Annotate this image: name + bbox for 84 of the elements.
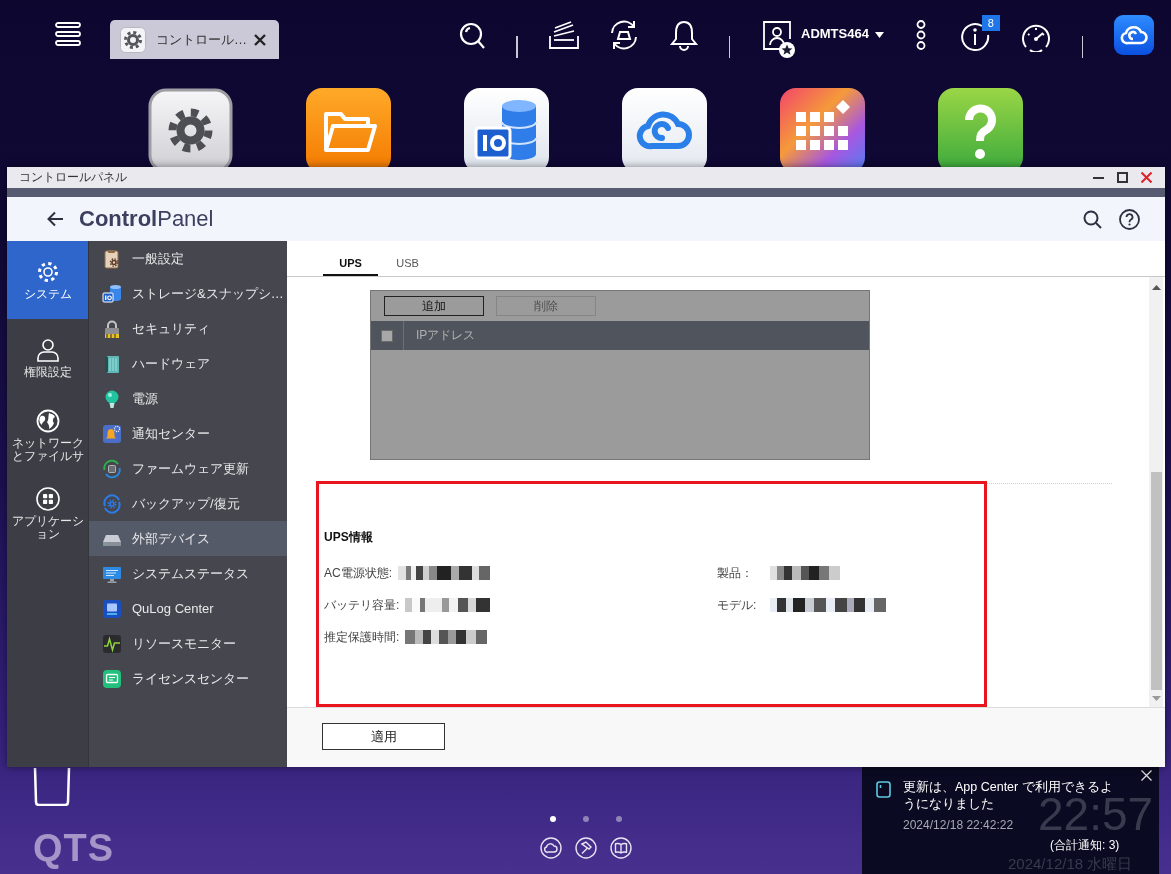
bin-icon[interactable] (33, 768, 71, 806)
info-icon[interactable] (959, 22, 990, 52)
user-name[interactable]: ADMTS464 (801, 26, 869, 42)
grid-app-icon[interactable] (780, 88, 865, 167)
person-icon (35, 337, 60, 362)
page-dot[interactable] (583, 816, 589, 822)
book-icon[interactable] (610, 837, 632, 859)
apply-button[interactable]: 適用 (322, 723, 445, 750)
app-tab[interactable]: コントロール… (110, 20, 279, 59)
menu-item[interactable]: セキュリティ (89, 311, 287, 346)
tab[interactable]: USB (380, 257, 435, 276)
tablet-icon (876, 781, 891, 798)
window-title: コントロールパネル (19, 170, 127, 185)
select-all-checkbox[interactable] (381, 329, 393, 342)
bell-icon[interactable] (668, 19, 699, 51)
menu-item[interactable]: ハードウェア (89, 346, 287, 381)
menu-item[interactable]: バックアップ/復元 (89, 486, 287, 521)
lock-icon (102, 318, 122, 339)
back-arrow-icon[interactable] (47, 211, 64, 227)
notification-time: 2024/12/18 22:42:22 (903, 818, 1014, 832)
pulse-icon (102, 633, 122, 654)
close-icon[interactable] (254, 33, 266, 46)
sidebar-category[interactable]: 権限設定 (7, 319, 88, 397)
database-icon (102, 283, 122, 304)
section-title: UPS情報 (324, 530, 374, 545)
page-dot[interactable] (616, 816, 622, 822)
field-label: 製品： (717, 564, 754, 582)
toolbar-button[interactable]: 追加 (384, 296, 484, 316)
maximize-icon[interactable] (1117, 172, 1128, 183)
column-header[interactable]: IPアドレス (416, 327, 476, 344)
app-title: ControlPanel (79, 206, 214, 232)
menu-item[interactable]: 外部デバイス (89, 521, 287, 556)
field-label: 推定保護時間: (324, 628, 400, 646)
gear-app-icon[interactable] (148, 88, 233, 167)
page-dot[interactable] (550, 816, 556, 822)
more-options-icon[interactable] (915, 20, 926, 50)
cloud-icon[interactable] (540, 837, 562, 859)
scrollbar[interactable] (1149, 277, 1163, 707)
sidebar-category[interactable]: アプリケーション (7, 475, 88, 553)
gear-icon (120, 26, 146, 53)
caret-icon[interactable] (874, 32, 884, 38)
help-icon[interactable] (1119, 208, 1140, 230)
scroll-up-arrow-icon[interactable] (1151, 285, 1161, 290)
list-tile-icon (102, 668, 122, 689)
folder-app-icon[interactable] (306, 88, 391, 167)
window-tile-icon (102, 598, 122, 619)
cloud-app-icon[interactable] (1114, 15, 1155, 55)
notification-badge: 8 (981, 15, 1000, 31)
menu-item[interactable]: システムステータス (89, 556, 287, 591)
gauge-icon[interactable] (1019, 22, 1052, 52)
menu-item[interactable]: 通知センター (89, 416, 287, 451)
grid-icon (35, 487, 60, 511)
sidebar-category[interactable]: ネットワークとファイルサ (7, 397, 88, 475)
menu-item[interactable]: ストレージ&スナップシ… (89, 276, 287, 311)
menu-item[interactable]: 一般設定 (89, 241, 287, 276)
globe-icon (35, 409, 60, 433)
search-icon[interactable] (1083, 209, 1102, 229)
notification-message[interactable]: 更新は、App Center で利用できるようになりました (903, 779, 1124, 813)
database-app-icon[interactable] (464, 88, 549, 167)
field-label: モデル: (717, 596, 758, 614)
menu-item[interactable]: リソースモニター (89, 626, 287, 661)
field-label: AC電源状態: (324, 564, 392, 582)
question-mark-app-icon[interactable] (938, 88, 1023, 167)
hammer-icon[interactable] (575, 837, 597, 859)
menu-item[interactable]: QuLog Center (89, 591, 287, 626)
notification-count: (合計通知: 3) (1050, 838, 1120, 852)
stack-tray-icon[interactable] (548, 21, 579, 49)
tab[interactable]: UPS (323, 257, 378, 276)
settings-icon (35, 259, 60, 284)
bell-icon (102, 423, 122, 444)
logo-text: QTS (33, 828, 115, 868)
chip-board-icon (102, 353, 122, 374)
chip-refresh-icon (102, 458, 122, 479)
gear-refresh-icon (102, 493, 122, 514)
menu-item[interactable]: ファームウェア更新 (89, 451, 287, 486)
scroll-thumb[interactable] (1150, 472, 1162, 690)
sidebar-category[interactable]: システム (7, 241, 88, 319)
clipboard-gear-icon (102, 248, 122, 269)
search-icon[interactable] (458, 22, 486, 50)
menu-item[interactable]: ライセンスセンター (89, 661, 287, 696)
field-label: バッテリ容量: (324, 596, 400, 614)
menu-item[interactable]: 電源 (89, 381, 287, 416)
user-admin-icon[interactable] (761, 19, 795, 59)
menu-icon[interactable] (55, 22, 81, 46)
